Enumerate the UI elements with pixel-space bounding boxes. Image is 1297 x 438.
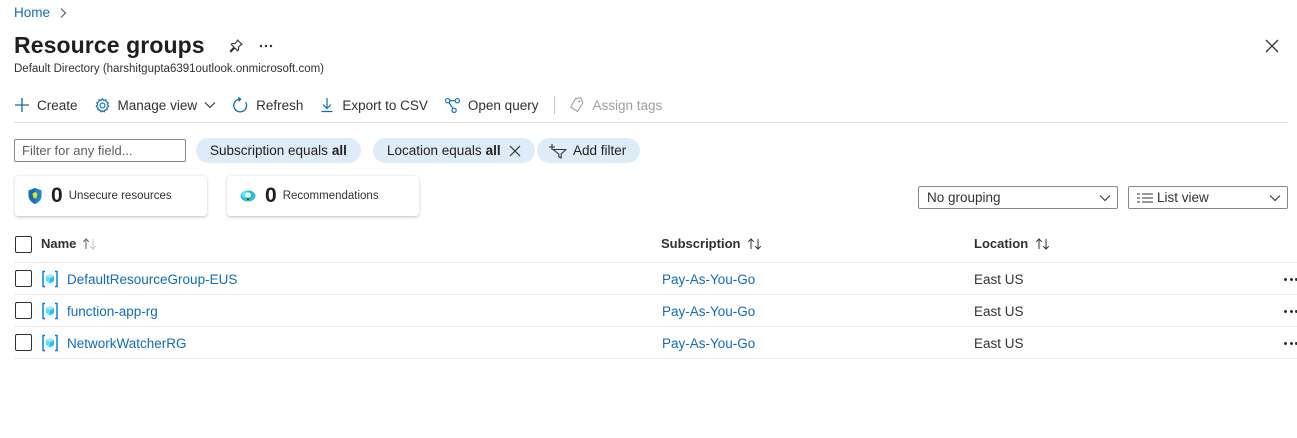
export-csv-label: Export to CSV	[342, 97, 428, 113]
pin-icon[interactable]	[225, 35, 247, 57]
table-row-name-cell: DefaultResourceGroup-EUS	[41, 270, 237, 288]
toolbar-divider	[554, 96, 556, 114]
breadcrumb-home-link[interactable]: Home	[14, 5, 50, 20]
location-filter-pill[interactable]: Location equals all	[373, 138, 535, 163]
toolbar-divider-line	[14, 122, 1288, 123]
view-mode-value: List view	[1157, 190, 1209, 205]
export-csv-button[interactable]: Export to CSV	[319, 93, 428, 117]
table-row-name-cell: function-app-rg	[41, 302, 158, 320]
download-icon	[321, 98, 333, 113]
recommendations-card[interactable]: 0 Recommendations	[227, 176, 419, 216]
assign-tags-button[interactable]: Assign tags	[569, 93, 662, 117]
chevron-down-icon	[1269, 194, 1281, 201]
more-options-icon[interactable]	[255, 35, 277, 57]
sort-ascending-icon	[82, 237, 98, 250]
grouping-value: No grouping	[927, 190, 1001, 205]
shield-icon	[28, 188, 42, 204]
filter-input[interactable]	[14, 139, 186, 162]
open-query-button[interactable]: Open query	[444, 93, 539, 117]
add-filter-label: Add filter	[573, 143, 627, 158]
view-mode-dropdown[interactable]: List view	[1128, 186, 1288, 209]
row-divider	[14, 294, 1297, 295]
refresh-label: Refresh	[256, 97, 304, 113]
header-divider	[14, 262, 1297, 263]
subscription-filter-value: all	[331, 143, 347, 158]
add-filter-button[interactable]: Add filter	[537, 138, 641, 163]
manage-view-label: Manage view	[117, 97, 198, 113]
row-checkbox[interactable]	[15, 270, 32, 287]
location-filter-value: all	[485, 143, 501, 158]
recommendations-count: 0	[265, 184, 277, 207]
row-checkbox[interactable]	[15, 302, 32, 319]
column-header-location[interactable]: Location	[974, 236, 1052, 251]
open-query-label: Open query	[467, 97, 539, 113]
row-more-icon[interactable]	[1284, 278, 1297, 282]
resource-group-link[interactable]: NetworkWatcherRG	[67, 336, 187, 351]
recommendations-label: Recommendations	[282, 190, 379, 202]
row-more-icon[interactable]	[1284, 342, 1297, 346]
table-row-name-cell: NetworkWatcherRG	[41, 334, 187, 352]
refresh-icon	[233, 96, 248, 112]
toolbar: Create Manage view Refresh Export to CSV…	[14, 93, 678, 117]
refresh-button[interactable]: Refresh	[232, 93, 303, 117]
location-cell: East US	[974, 336, 1024, 351]
page-title: Resource groups	[14, 32, 205, 58]
select-all-checkbox[interactable]	[15, 236, 32, 253]
resource-group-icon	[42, 302, 58, 320]
location-cell: East US	[974, 304, 1024, 319]
list-view-icon	[1137, 193, 1153, 202]
unsecure-resources-card[interactable]: 0 Unsecure resources	[15, 176, 207, 216]
resource-group-icon	[42, 334, 58, 352]
column-location-label: Location	[974, 236, 1029, 251]
advisor-icon	[240, 190, 256, 202]
location-cell: East US	[974, 272, 1024, 287]
tag-icon	[570, 97, 584, 113]
create-label: Create	[37, 97, 78, 113]
title-row: Resource groups	[14, 32, 277, 59]
grouping-dropdown[interactable]: No grouping	[918, 186, 1118, 209]
column-subscription-label: Subscription	[661, 236, 741, 251]
row-more-icon[interactable]	[1284, 310, 1297, 314]
row-divider	[14, 358, 1297, 359]
column-name-label: Name	[41, 236, 77, 251]
unsecure-count: 0	[51, 184, 63, 207]
subscription-filter-label: Subscription equals	[210, 143, 328, 158]
subscription-link[interactable]: Pay-As-You-Go	[662, 272, 755, 287]
plus-icon	[15, 98, 29, 112]
subscription-link[interactable]: Pay-As-You-Go	[662, 336, 755, 351]
resource-group-icon	[42, 270, 58, 288]
remove-filter-icon[interactable]	[509, 145, 521, 157]
breadcrumb: Home	[14, 5, 68, 20]
close-icon[interactable]	[1262, 36, 1282, 56]
directory-subtitle: Default Directory (harshitgupta6391outlo…	[14, 63, 325, 75]
create-button[interactable]: Create	[14, 93, 78, 117]
sort-icon	[746, 237, 764, 250]
row-divider	[14, 326, 1297, 327]
resource-group-link[interactable]: DefaultResourceGroup-EUS	[67, 272, 237, 287]
subscription-link[interactable]: Pay-As-You-Go	[662, 304, 755, 319]
column-header-name[interactable]: Name	[41, 236, 98, 251]
chevron-down-icon	[1099, 194, 1111, 201]
row-checkbox[interactable]	[15, 334, 32, 351]
assign-tags-label: Assign tags	[592, 97, 663, 113]
column-header-subscription[interactable]: Subscription	[661, 236, 764, 251]
resource-group-link[interactable]: function-app-rg	[67, 304, 158, 319]
gear-icon	[95, 97, 109, 112]
subscription-filter-pill[interactable]: Subscription equals all	[196, 138, 361, 163]
sort-icon	[1034, 237, 1052, 250]
location-filter-label: Location equals	[387, 143, 482, 158]
chevron-down-icon	[204, 102, 216, 109]
add-filter-icon	[549, 143, 567, 159]
unsecure-label: Unsecure resources	[68, 190, 172, 202]
manage-view-button[interactable]: Manage view	[94, 93, 217, 117]
query-icon	[444, 97, 460, 113]
chevron-right-icon	[60, 7, 67, 18]
